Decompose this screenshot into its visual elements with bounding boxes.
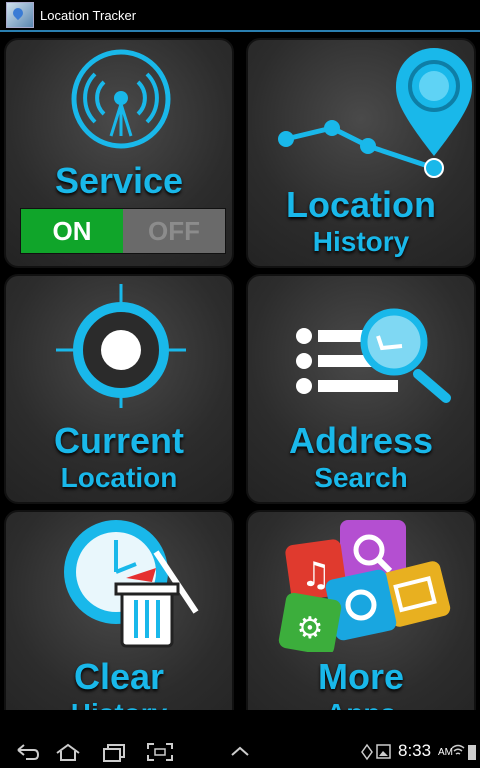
title-bar: Location Tracker	[0, 0, 480, 32]
address-search-tile[interactable]: Address Search	[246, 274, 476, 504]
service-toggle[interactable]: ON OFF	[20, 208, 226, 254]
back-icon[interactable]	[12, 742, 40, 762]
current-location-line2: Location	[60, 462, 178, 493]
list-search-icon	[296, 308, 451, 403]
clear-history-tile[interactable]: Clear History	[4, 510, 234, 710]
clear-history-line1: Clear	[73, 656, 165, 697]
main-grid: Service ON OFF Location History Current	[0, 34, 480, 710]
current-location-tile[interactable]: Current Location	[4, 274, 234, 504]
address-search-line2: Search	[314, 462, 408, 493]
app-title: Location Tracker	[40, 7, 137, 23]
gallery-notification-icon	[376, 744, 391, 759]
service-tile[interactable]: Service ON OFF	[4, 38, 234, 268]
address-search-line1: Address	[288, 420, 434, 461]
chevron-up-icon[interactable]	[226, 742, 254, 762]
location-history-tile[interactable]: Location History	[246, 38, 476, 268]
system-nav-bar: 8:33 AM	[0, 736, 480, 768]
toggle-off-button[interactable]: OFF	[123, 209, 225, 253]
location-status-icon	[361, 743, 373, 761]
battery-icon	[468, 745, 476, 760]
wifi-icon	[451, 744, 465, 755]
home-icon[interactable]	[54, 742, 82, 762]
clear-history-line2: History	[6, 698, 232, 710]
service-label: Service	[54, 160, 184, 201]
clear-history-icon	[64, 520, 199, 648]
location-history-line1: Location	[286, 184, 436, 225]
antenna-icon	[71, 49, 171, 149]
toggle-on-button[interactable]: ON	[21, 209, 123, 253]
location-history-line2: History	[312, 226, 410, 257]
recent-apps-icon[interactable]	[100, 742, 128, 762]
svg-text:⚙: ⚙	[297, 611, 324, 646]
route-pin-icon	[278, 48, 472, 178]
more-apps-tile[interactable]: ♫ ⚙ More Apps	[246, 510, 476, 710]
screenshot-icon[interactable]	[146, 742, 174, 762]
crosshair-icon	[56, 284, 186, 408]
status-clock: 8:33	[398, 741, 432, 760]
current-location-line1: Current	[53, 420, 184, 461]
app-icon	[6, 2, 34, 28]
more-apps-line2: Apps	[248, 698, 474, 710]
apps-collage-icon: ♫ ⚙	[278, 520, 451, 652]
more-apps-line1: More	[317, 656, 404, 697]
